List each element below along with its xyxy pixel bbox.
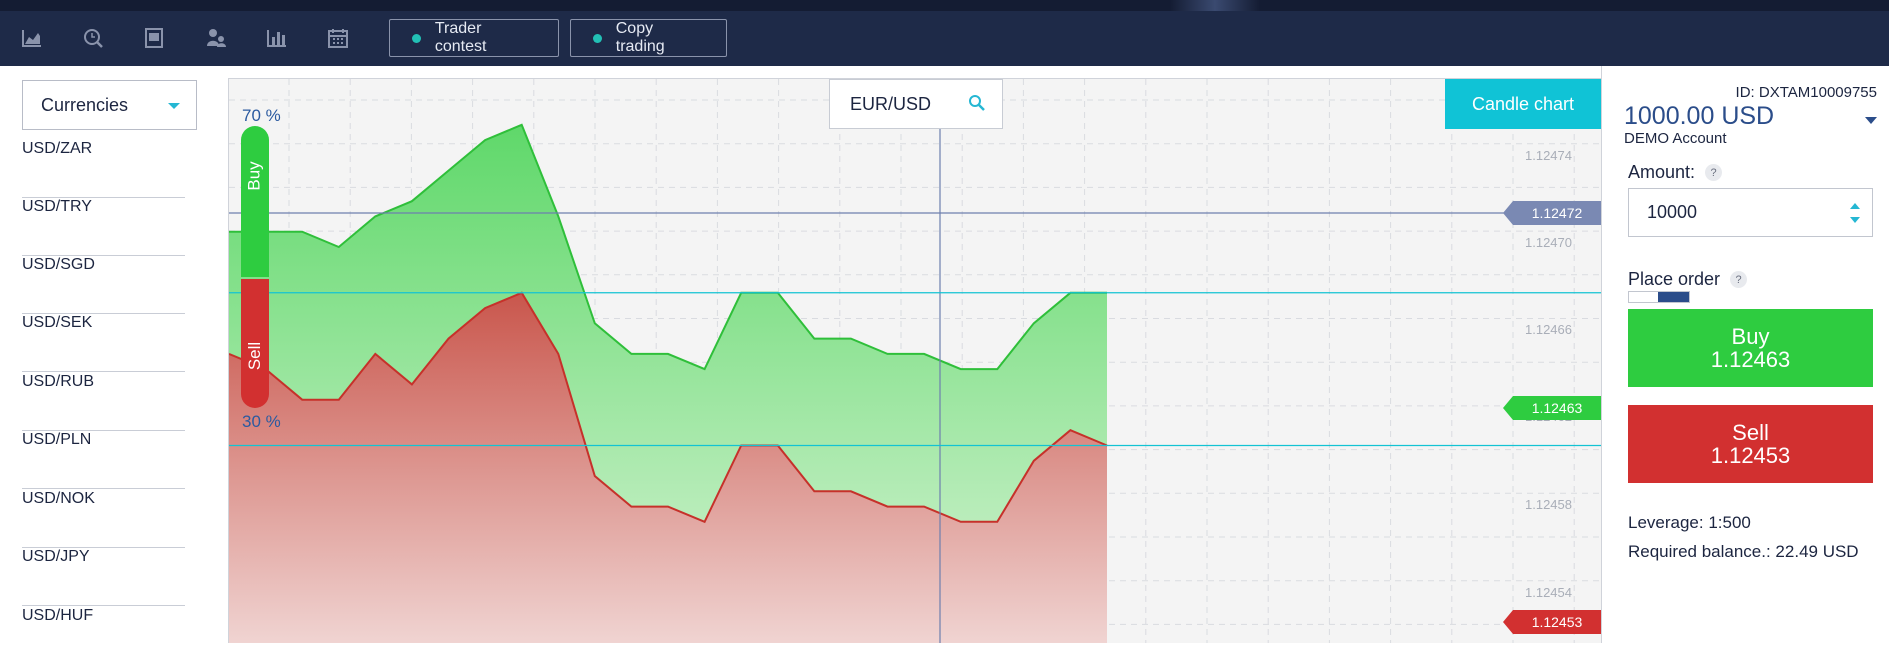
place-order-toggle[interactable]	[1628, 291, 1690, 303]
price-chart[interactable]: EUR/USD Candle chart 70 % Buy Sell 30 % …	[228, 78, 1601, 643]
symbol-search[interactable]: EUR/USD	[829, 79, 1003, 129]
sentiment-bar: Buy Sell	[241, 126, 269, 408]
top-strip	[0, 0, 1889, 11]
y-tick-label: 1.12466	[1525, 322, 1572, 337]
divider	[22, 371, 185, 372]
book-icon[interactable]	[142, 26, 166, 50]
status-dot-icon	[412, 33, 421, 43]
increment-icon[interactable]	[1850, 203, 1860, 209]
chevron-down-icon	[168, 103, 180, 109]
buy-button-label: Buy	[1731, 324, 1770, 349]
buy-percentage: 70 %	[242, 106, 281, 125]
y-tick-label: 1.12470	[1525, 235, 1572, 250]
search-history-icon[interactable]	[81, 26, 105, 50]
account-type: DEMO Account	[1624, 130, 1727, 147]
sell-button-price: 1.12453	[1710, 443, 1791, 468]
bid-price-tag: 1.12453	[1503, 610, 1601, 634]
instrument-item[interactable]: USD/ZAR	[22, 140, 185, 198]
candle-chart-button[interactable]: Candle chart	[1445, 79, 1601, 129]
trader-contest-button[interactable]: Trader contest	[389, 19, 559, 57]
help-icon[interactable]: ?	[1730, 271, 1748, 288]
area-chart-icon[interactable]	[20, 26, 44, 50]
instrument-item[interactable]: USD/NOK	[22, 490, 185, 548]
instrument-label: USD/ZAR	[22, 140, 93, 157]
account-id: ID: DXTAM10009755	[1735, 84, 1877, 101]
search-icon	[969, 95, 985, 111]
amount-value: 10000	[1647, 202, 1698, 222]
y-tick-label: 1.12474	[1525, 148, 1572, 163]
leverage-info: Leverage: 1:500	[1628, 513, 1751, 532]
crosshair-price-tag: 1.12472	[1503, 201, 1601, 225]
instrument-item[interactable]: USD/HUF	[22, 607, 185, 665]
instrument-sidebar: Currencies USD/ZAR USD/TRY USD/SGD USD/S…	[0, 66, 215, 643]
instrument-label: USD/JPY	[22, 548, 90, 565]
divider	[22, 488, 185, 489]
instrument-label: USD/SEK	[22, 314, 93, 331]
sell-percentage: 30 %	[242, 412, 281, 431]
account-balance[interactable]: 1000.00 USD	[1624, 102, 1774, 131]
buy-sentiment-label: Buy	[245, 161, 265, 191]
top-toolbar: Trader contest Copy trading	[0, 0, 1889, 66]
top-strip-glow	[1170, 0, 1260, 11]
instrument-item[interactable]: USD/PLN	[22, 431, 185, 489]
instrument-label: USD/RUB	[22, 373, 95, 390]
instrument-item[interactable]: USD/SGD	[22, 256, 185, 314]
instrument-item[interactable]: USD/RUB	[22, 373, 185, 431]
buy-button-price: 1.12463	[1710, 347, 1791, 372]
instrument-item[interactable]: USD/TRY	[22, 198, 185, 256]
buy-button[interactable]: Buy 1.12463	[1628, 309, 1873, 387]
divider	[22, 605, 185, 606]
ask-price-tag: 1.12463	[1503, 396, 1601, 420]
chevron-down-icon[interactable]	[1865, 117, 1877, 124]
users-icon[interactable]	[204, 26, 228, 50]
copy-trading-label: Copy trading	[615, 20, 665, 55]
sell-button[interactable]: Sell 1.12453	[1628, 405, 1873, 483]
y-tick-label: 1.12458	[1525, 497, 1572, 512]
decrement-icon[interactable]	[1850, 217, 1860, 223]
place-order-label: Place order	[1628, 269, 1721, 289]
help-icon[interactable]: ?	[1705, 164, 1723, 181]
currencies-dropdown[interactable]: Currencies	[22, 80, 197, 130]
amount-label-row: Amount: ?	[1628, 162, 1723, 183]
instrument-label: USD/PLN	[22, 431, 92, 448]
instrument-label: USD/SGD	[22, 256, 95, 273]
status-dot-icon	[593, 33, 602, 43]
trade-panel: ID: DXTAM10009755 1000.00 USD DEMO Accou…	[1601, 66, 1889, 643]
calendar-icon[interactable]	[326, 26, 350, 50]
place-order-row: Place order ?	[1628, 269, 1748, 290]
trader-contest-label: Trader contest	[434, 20, 487, 55]
instrument-label: USD/NOK	[22, 490, 95, 507]
copy-trading-button[interactable]: Copy trading	[570, 19, 727, 57]
sell-button-label: Sell	[1732, 420, 1769, 445]
amount-label: Amount:	[1628, 162, 1696, 182]
bar-chart-icon[interactable]	[265, 26, 289, 50]
instrument-item[interactable]: USD/JPY	[22, 548, 185, 606]
toggle-knob	[1658, 292, 1689, 302]
required-balance-info: Required balance.: 22.49 USD	[1628, 542, 1859, 561]
chart-plot	[229, 79, 1601, 643]
amount-input[interactable]: 10000	[1628, 188, 1873, 237]
instrument-label: USD/TRY	[22, 198, 92, 215]
y-tick-label: 1.12454	[1525, 585, 1572, 600]
currencies-dropdown-label: Currencies	[41, 94, 129, 115]
instrument-item[interactable]: USD/SEK	[22, 314, 185, 372]
symbol-label: EUR/USD	[850, 93, 932, 114]
instrument-label: USD/HUF	[22, 607, 94, 624]
sell-sentiment-label: Sell	[245, 341, 265, 371]
